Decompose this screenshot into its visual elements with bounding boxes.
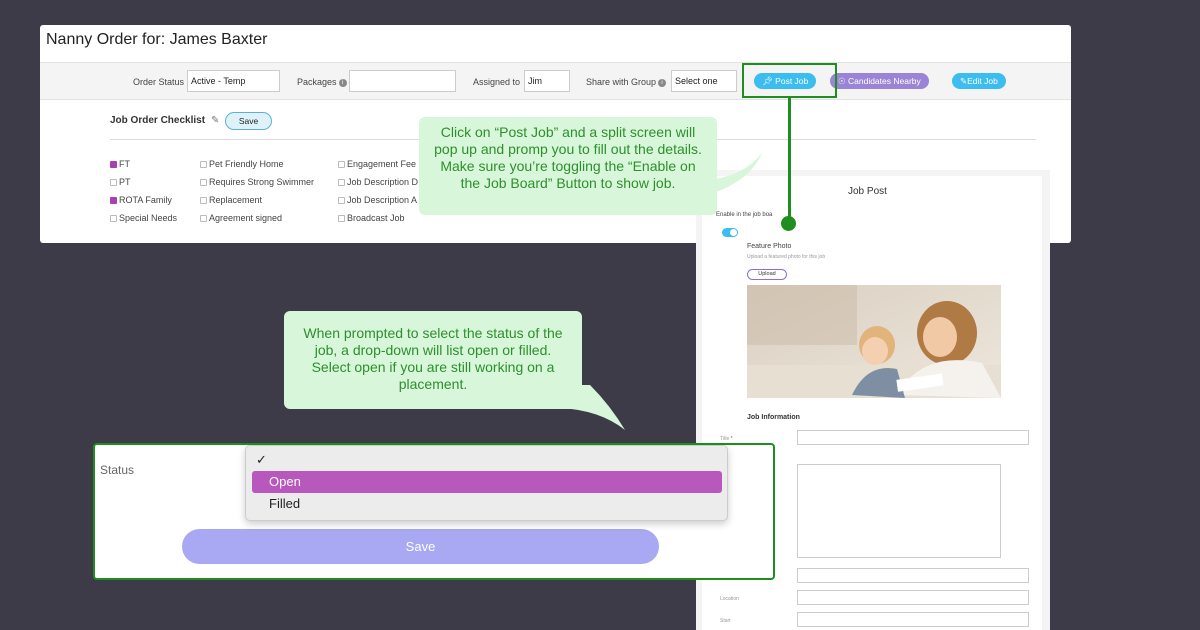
checklist-item[interactable]: Requires Strong Swimmer — [200, 177, 314, 187]
assigned-label: Assigned to — [473, 77, 521, 87]
status-dropdown[interactable]: ✓ Open Filled — [245, 445, 728, 521]
checklist-save-button[interactable]: Save — [225, 112, 272, 130]
checkbox[interactable] — [110, 161, 117, 168]
order-status-select[interactable]: Active - Temp — [187, 70, 280, 92]
check-icon: ✓ — [256, 452, 267, 467]
checkbox[interactable] — [110, 197, 117, 204]
checkbox[interactable] — [338, 161, 345, 168]
checklist-item[interactable]: Agreement signed — [200, 213, 282, 223]
page-title: Nanny Order for: James Baxter — [46, 31, 268, 48]
connector-line — [788, 98, 791, 223]
status-callout: When prompted to select the status of th… — [284, 311, 582, 409]
status-option-filled[interactable]: Filled — [252, 493, 722, 515]
edit-job-button[interactable]: ✎Edit Job — [952, 73, 1006, 89]
packages-input[interactable] — [349, 70, 456, 92]
location-input[interactable] — [797, 590, 1029, 605]
feature-photo-hint: Upload a featured photo for this job — [747, 254, 826, 260]
upload-button[interactable]: Upload — [747, 269, 787, 280]
checklist-item[interactable]: Pet Friendly Home — [200, 159, 284, 169]
start-input[interactable] — [797, 612, 1029, 627]
share-group-label: Share with Group i — [586, 77, 667, 87]
checklist-item-label: Job Description D — [347, 177, 419, 187]
assigned-select[interactable]: Jim — [524, 70, 570, 92]
checklist-item-label: Job Description A — [347, 195, 418, 205]
checklist-item[interactable]: Broadcast Job — [338, 213, 405, 223]
post-job-highlight — [742, 63, 837, 98]
checklist-item-label: Replacement — [209, 195, 263, 205]
post-job-callout: Click on “Post Job” and a split screen w… — [419, 117, 717, 215]
checklist-item-label: Broadcast Job — [347, 213, 405, 223]
info-icon: i — [338, 78, 347, 87]
checklist-item[interactable]: Replacement — [200, 195, 262, 205]
description-textarea[interactable] — [797, 464, 1001, 558]
feature-photo-label: Feature Photo — [747, 243, 792, 250]
checkbox[interactable] — [200, 215, 207, 222]
checklist-item-label: Special Needs — [119, 213, 178, 223]
order-status-label: Order Status — [133, 77, 185, 87]
title-input[interactable] — [797, 430, 1029, 445]
checklist-item-label: ROTA Family — [119, 195, 172, 205]
checklist-item[interactable]: Engagement Fee — [338, 159, 416, 169]
checkbox[interactable] — [200, 179, 207, 186]
checklist-item[interactable]: Special Needs — [110, 213, 177, 223]
info-icon: i — [658, 78, 667, 87]
checkbox[interactable] — [338, 197, 345, 204]
location-label: Location — [720, 596, 739, 602]
checklist-item-label: Engagement Fee — [347, 159, 417, 169]
checklist-item-label: Agreement signed — [209, 213, 283, 223]
job-post-title: Job Post — [848, 186, 887, 197]
field-input[interactable] — [797, 568, 1029, 583]
status-label: Status — [100, 463, 135, 477]
checkbox[interactable] — [200, 197, 207, 204]
candidates-nearby-button[interactable]: ☉ Candidates Nearby — [830, 73, 929, 89]
share-group-select[interactable]: Select one — [671, 70, 737, 92]
checklist-title: Job Order Checklist — [110, 115, 206, 126]
checklist-item[interactable]: Job Description D — [338, 177, 418, 187]
checklist-item[interactable]: FT — [110, 159, 130, 169]
checkbox[interactable] — [110, 215, 117, 222]
checklist-item[interactable]: Job Description A — [338, 195, 417, 205]
checkbox[interactable] — [200, 161, 207, 168]
checklist-item-label: PT — [119, 177, 131, 187]
title-label: Title * — [720, 436, 733, 442]
checklist-item-label: Requires Strong Swimmer — [209, 177, 315, 187]
globe-icon: ☉ — [838, 76, 846, 86]
feature-photo-image — [747, 285, 1001, 398]
job-information-heading: Job Information — [747, 414, 800, 421]
packages-label: Packages i — [297, 77, 347, 87]
start-label: Start — [720, 618, 731, 624]
enable-job-board-toggle[interactable] — [722, 228, 738, 237]
enable-job-board-label: Enable in the job boa — [716, 212, 773, 218]
checkbox[interactable] — [338, 179, 345, 186]
checkbox[interactable] — [338, 215, 345, 222]
status-save-button[interactable]: Save — [182, 529, 659, 564]
pencil-icon[interactable]: ✎ — [211, 115, 219, 126]
checklist-item-label: FT — [119, 159, 130, 169]
checklist-item[interactable]: ROTA Family — [110, 195, 172, 205]
connector-dot — [781, 216, 796, 231]
status-option-open[interactable]: Open — [252, 471, 722, 493]
checklist-item[interactable]: PT — [110, 177, 131, 187]
order-toolbar: Order Status Active - Temp Packages i Ass… — [40, 62, 1071, 100]
checklist-item-label: Pet Friendly Home — [209, 159, 284, 169]
checkbox[interactable] — [110, 179, 117, 186]
